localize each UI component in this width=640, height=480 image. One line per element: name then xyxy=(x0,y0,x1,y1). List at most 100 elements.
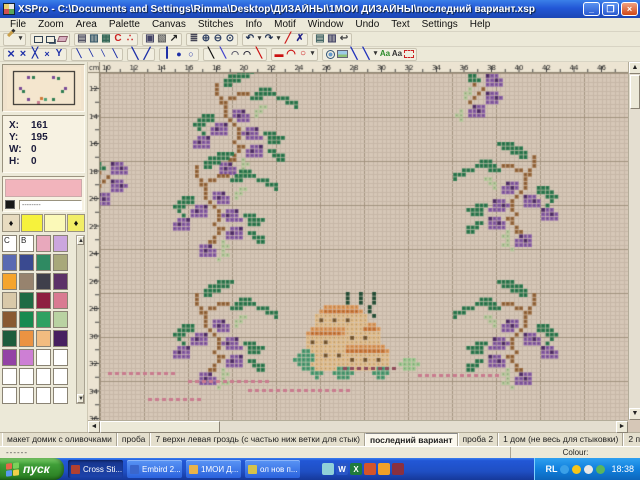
pencil-dropdown[interactable]: ▾ xyxy=(17,33,24,45)
pattern-tab-3[interactable]: последний вариант xyxy=(365,433,458,446)
palette-swatch-r8c0[interactable] xyxy=(2,387,17,404)
excel-icon[interactable]: X xyxy=(350,463,362,475)
tray-icon-3[interactable] xyxy=(596,465,605,474)
palette-swatch-r7c1[interactable] xyxy=(19,368,34,385)
pattern-tab-6[interactable]: 2 правая ниж гр xyxy=(623,433,640,446)
menu-item-motif[interactable]: Motif xyxy=(268,19,302,30)
fabric-swatch-3[interactable]: ♦ xyxy=(67,214,85,232)
marker-pen-2-icon[interactable]: ╲ xyxy=(360,48,372,60)
select-copy-tool[interactable] xyxy=(44,33,56,45)
palette-swatch-r2c1[interactable] xyxy=(19,273,34,290)
palette-swatch-r3c1[interactable] xyxy=(19,292,34,309)
palette-swatch-r3c2[interactable] xyxy=(36,292,51,309)
taskbar-task-1[interactable]: Embird 2... xyxy=(127,460,182,478)
return-view-icon[interactable]: ↩ xyxy=(338,33,350,45)
palette-swatch-r5c3[interactable] xyxy=(53,330,68,347)
delete-stitches-icon[interactable]: ✗ xyxy=(294,33,306,45)
half-fwd-slash-icon[interactable]: ╱ xyxy=(141,48,153,60)
palette-scroll-down-icon[interactable]: ▼ xyxy=(77,394,84,403)
french-knot-filled-icon[interactable]: ● xyxy=(173,48,185,60)
menu-item-settings[interactable]: Settings xyxy=(416,19,464,30)
scroll-up-icon[interactable]: ▲ xyxy=(629,62,640,74)
menu-item-stitches[interactable]: Stitches xyxy=(192,19,240,30)
curve-stitch-icon[interactable]: ◠ xyxy=(229,48,241,60)
pattern-tab-5[interactable]: 1 дом (не весь для стыковки) xyxy=(498,433,623,446)
fabric-swatch-2[interactable] xyxy=(44,214,66,232)
thread-code-field[interactable]: -------- xyxy=(19,200,82,210)
palette-swatch-r6c3[interactable] xyxy=(53,349,68,366)
scroll-right-icon[interactable]: ► xyxy=(616,421,628,433)
palette-swatch-r1c1[interactable] xyxy=(19,254,34,271)
paste-board-icon[interactable]: ▤ xyxy=(314,33,326,45)
text-tool-green-icon[interactable]: Aa xyxy=(379,48,391,60)
half-back-slash-icon[interactable]: ╲ xyxy=(129,48,141,60)
pattern-preview[interactable] xyxy=(2,64,85,112)
thick-red-line-icon[interactable]: ▬ xyxy=(273,48,285,60)
menu-item-help[interactable]: Help xyxy=(464,19,497,30)
word-icon[interactable]: W xyxy=(336,463,348,475)
palette-swatch-r1c3[interactable] xyxy=(53,254,68,271)
menu-item-area[interactable]: Area xyxy=(70,19,103,30)
scroll-down-icon[interactable]: ▼ xyxy=(629,408,640,420)
stitch-canvas[interactable] xyxy=(88,62,628,420)
scroll-left-icon[interactable]: ◄ xyxy=(88,421,100,433)
copy-motif-icon[interactable]: ▤ xyxy=(76,33,88,45)
palette-swatch-r3c0[interactable] xyxy=(2,292,17,309)
undo-icon[interactable]: ↶ xyxy=(244,33,256,45)
half-cross-stitch-icon[interactable]: × xyxy=(17,48,29,60)
red-shape-dropdown[interactable]: ▾ xyxy=(309,48,316,60)
menu-item-window[interactable]: Window xyxy=(302,19,350,30)
palette-swatch-r7c2[interactable] xyxy=(36,368,51,385)
palette-swatch-r6c2[interactable] xyxy=(36,349,51,366)
backstitch-thin-icon[interactable]: ╲ xyxy=(205,48,217,60)
rotate-motif-icon[interactable]: C xyxy=(112,33,124,45)
palette-swatch-r8c2[interactable] xyxy=(36,387,51,404)
bead-outline-icon[interactable]: ○ xyxy=(185,48,197,60)
flip-motif-icon[interactable]: ▦ xyxy=(100,33,112,45)
three-quarter-stitch-icon[interactable]: Y xyxy=(53,48,65,60)
palette-scrollbar[interactable]: ▲ ▼ xyxy=(76,235,85,404)
palette-swatch-r1c2[interactable] xyxy=(36,254,51,271)
marker-pen-1-icon[interactable]: ╲ xyxy=(348,48,360,60)
palette-swatch-r2c2[interactable] xyxy=(36,273,51,290)
red-curve-icon[interactable]: ◠ xyxy=(285,48,297,60)
current-colour-swatch[interactable] xyxy=(5,179,82,197)
close-button[interactable]: × xyxy=(621,2,638,16)
menu-item-zoom[interactable]: Zoom xyxy=(32,19,70,30)
palette-swatch-r2c0[interactable] xyxy=(2,273,17,290)
palette-swatch-r5c0[interactable] xyxy=(2,330,17,347)
print-sheet-icon[interactable]: ▧ xyxy=(156,33,168,45)
picture-import[interactable] xyxy=(336,48,348,60)
pattern-tab-1[interactable]: проба xyxy=(117,433,150,446)
new-sheet-icon[interactable]: ▥ xyxy=(326,33,338,45)
pointer-arrow-icon[interactable]: ↗ xyxy=(168,33,180,45)
palette-swatch-r4c0[interactable] xyxy=(2,311,17,328)
show-desktop-icon[interactable] xyxy=(322,463,334,475)
menu-item-undo[interactable]: Undo xyxy=(349,19,385,30)
vertical-scrollbar[interactable]: ▲ ▼ xyxy=(628,62,640,420)
zoom-out-icon[interactable]: ⊖ xyxy=(212,33,224,45)
undo-dropdown[interactable]: ▾ xyxy=(256,33,263,45)
red-circle-icon[interactable]: ○ xyxy=(297,48,309,60)
palette-swatch-r0c2[interactable] xyxy=(36,235,51,252)
media-app-icon[interactable] xyxy=(392,463,404,475)
draw-pen-icon[interactable]: ╱ xyxy=(282,33,294,45)
fabric-swatch-1[interactable] xyxy=(21,214,43,232)
quarter-stitch-tl-icon[interactable]: ╲ xyxy=(73,48,85,60)
maximize-button[interactable]: ❐ xyxy=(602,2,619,16)
redo-dropdown[interactable]: ▾ xyxy=(275,33,282,45)
palette-swatch-r4c1[interactable] xyxy=(19,311,34,328)
curve-stitch-dark-icon[interactable]: ◠ xyxy=(241,48,253,60)
backstitch-red-icon[interactable]: ╲ xyxy=(253,48,265,60)
paste-motif-icon[interactable]: ▥ xyxy=(88,33,100,45)
palette-swatch-r5c2[interactable] xyxy=(36,330,51,347)
vertical-stitch-icon[interactable]: ┃ xyxy=(161,48,173,60)
minimize-button[interactable]: _ xyxy=(583,2,600,16)
palette-swatch-r0c0[interactable]: C xyxy=(2,235,17,252)
menu-item-text[interactable]: Text xyxy=(385,19,415,30)
menu-item-info[interactable]: Info xyxy=(239,19,268,30)
quarter-stitch-br-icon[interactable]: ╲ xyxy=(85,48,97,60)
pattern-tab-4[interactable]: проба 2 xyxy=(458,433,499,446)
double-cross-stitch-icon[interactable]: ╳ xyxy=(29,48,41,60)
zoom-100-icon[interactable]: ⊙ xyxy=(224,33,236,45)
